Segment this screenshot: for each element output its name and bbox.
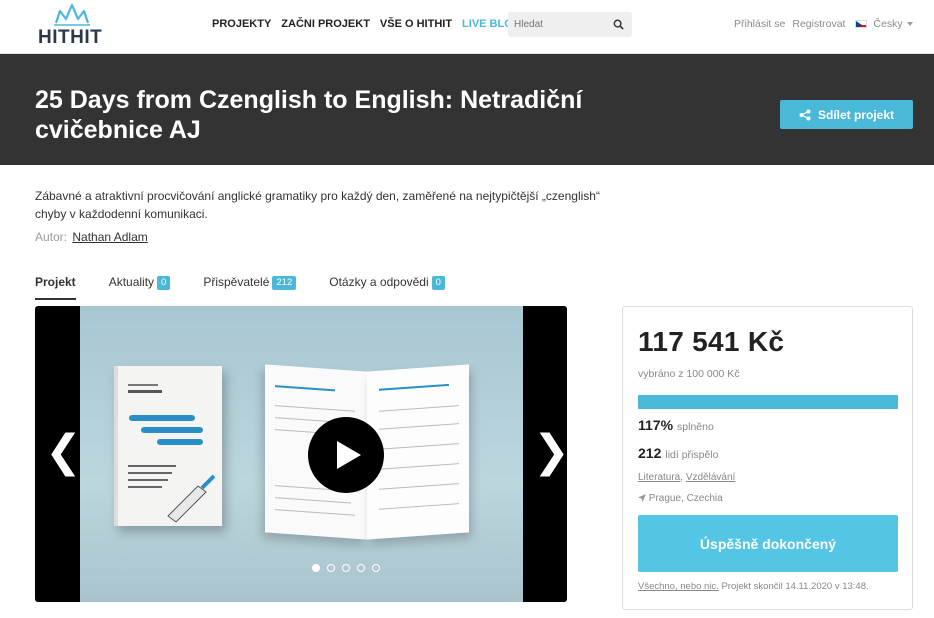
gallery-dot[interactable] — [327, 564, 335, 572]
logo-text: HITHIT — [38, 27, 103, 48]
project-description: Zábavné a atraktivní procvičování anglic… — [35, 189, 600, 221]
hithit-crown-icon — [54, 3, 90, 26]
tab-count-badge: 0 — [431, 276, 445, 290]
tab-projekt[interactable]: Projekt — [35, 275, 76, 300]
project-banner: 25 Days from Czenglish to English: Netra… — [0, 54, 934, 165]
tab-label: Otázky a odpovědi — [329, 275, 429, 289]
backers-label: lidí přispělo — [665, 449, 719, 461]
top-navbar: HITHIT PROJEKTY ZAČNI PROJEKT VŠE O HITH… — [0, 0, 934, 54]
percent-funded: 117% splněno — [638, 417, 714, 433]
play-icon[interactable] — [308, 417, 384, 493]
tab-label: Přispěvatelé — [203, 275, 270, 289]
chevron-left-icon[interactable]: ❮ — [45, 428, 82, 476]
share-icon — [799, 109, 811, 120]
search-box — [508, 12, 632, 37]
gallery-dot[interactable] — [342, 564, 350, 572]
register-link[interactable]: Registrovat — [792, 18, 845, 30]
percent-label: splněno — [677, 421, 714, 433]
tab-aktuality[interactable]: Aktuality 0 — [109, 275, 171, 299]
backers-count: 212 lidí přispělo — [638, 445, 718, 461]
goal-text: vybráno z 100 000 Kč — [638, 368, 740, 380]
user-links: Přihlásit se Registrovat Česky — [734, 18, 913, 30]
gallery-image — [80, 306, 523, 602]
gallery-dots — [312, 564, 380, 572]
tab-otazky[interactable]: Otázky a odpovědi 0 — [329, 275, 445, 299]
project-tabs: Projekt Aktuality 0 Přispěvatelé 212 Otázk… — [35, 275, 478, 300]
author-label: Autor: — [35, 230, 68, 244]
tab-count-badge: 0 — [157, 276, 171, 290]
language-selector[interactable]: Česky — [855, 18, 913, 30]
percent-value: 117% — [638, 417, 674, 433]
author-line: Autor: Nathan Adlam — [35, 230, 148, 244]
main-nav: PROJEKTY ZAČNI PROJEKT VŠE O HITHIT LIVE… — [212, 18, 521, 30]
completed-status-button[interactable]: Úspěšně dokončený — [638, 515, 898, 572]
progress-bar-fill — [638, 395, 898, 409]
backers-value: 212 — [638, 445, 662, 461]
location-text: Prague, Czechia — [648, 493, 723, 504]
search-icon[interactable] — [613, 19, 624, 30]
nav-vse-o-hithit[interactable]: VŠE O HITHIT — [380, 18, 452, 30]
share-project-button[interactable]: Sdílet projekt — [780, 100, 913, 129]
funding-box: 117 541 Kč vybráno z 100 000 Kč 117% spln… — [622, 306, 913, 610]
all-or-nothing-link[interactable]: Všechno, nebo nic. — [638, 581, 719, 592]
language-label: Česky — [873, 18, 903, 30]
tab-prispevatele[interactable]: Přispěvatelé 212 — [203, 275, 297, 299]
czech-flag-icon — [855, 20, 868, 29]
chevron-right-icon[interactable]: ❯ — [533, 428, 567, 476]
gallery-dot[interactable] — [357, 564, 365, 572]
gallery-dot[interactable] — [312, 564, 320, 572]
progress-bar — [638, 395, 898, 409]
share-label: Sdílet projekt — [817, 107, 894, 122]
raised-amount: 117 541 Kč — [638, 326, 785, 357]
media-gallery: ❮ ❯ — [35, 306, 567, 602]
nav-zacni-projekt[interactable]: ZAČNI PROJEKT — [281, 18, 370, 30]
login-link[interactable]: Přihlásit se — [734, 18, 785, 30]
chevron-down-icon — [906, 22, 913, 27]
nav-projekty[interactable]: PROJEKTY — [212, 18, 271, 30]
tab-count-badge: 212 — [272, 276, 297, 290]
categories: Literatura, Vzdělávání — [638, 472, 736, 483]
category-link[interactable]: Vzdělávání — [686, 472, 735, 483]
tab-label: Projekt — [35, 275, 76, 289]
book-cover-image — [114, 366, 222, 526]
location-arrow-icon — [638, 494, 646, 502]
location: Prague, Czechia — [638, 493, 723, 504]
search-input[interactable] — [514, 12, 609, 37]
hithit-logo[interactable]: HITHIT — [38, 3, 108, 49]
end-date-text: Projekt skončil 14.11.2020 v 13:48. — [721, 581, 869, 592]
project-title: 25 Days from Czenglish to English: Netra… — [35, 86, 583, 144]
project-content: Zábavné a atraktivní procvičování anglic… — [0, 165, 934, 618]
gallery-dot[interactable] — [372, 564, 380, 572]
author-link[interactable]: Nathan Adlam — [72, 230, 147, 244]
tab-label: Aktuality — [108, 275, 155, 289]
category-link[interactable]: Literatura — [638, 472, 680, 483]
project-end-note: Všechno, nebo nic. Projekt skončil 14.11… — [638, 581, 869, 592]
